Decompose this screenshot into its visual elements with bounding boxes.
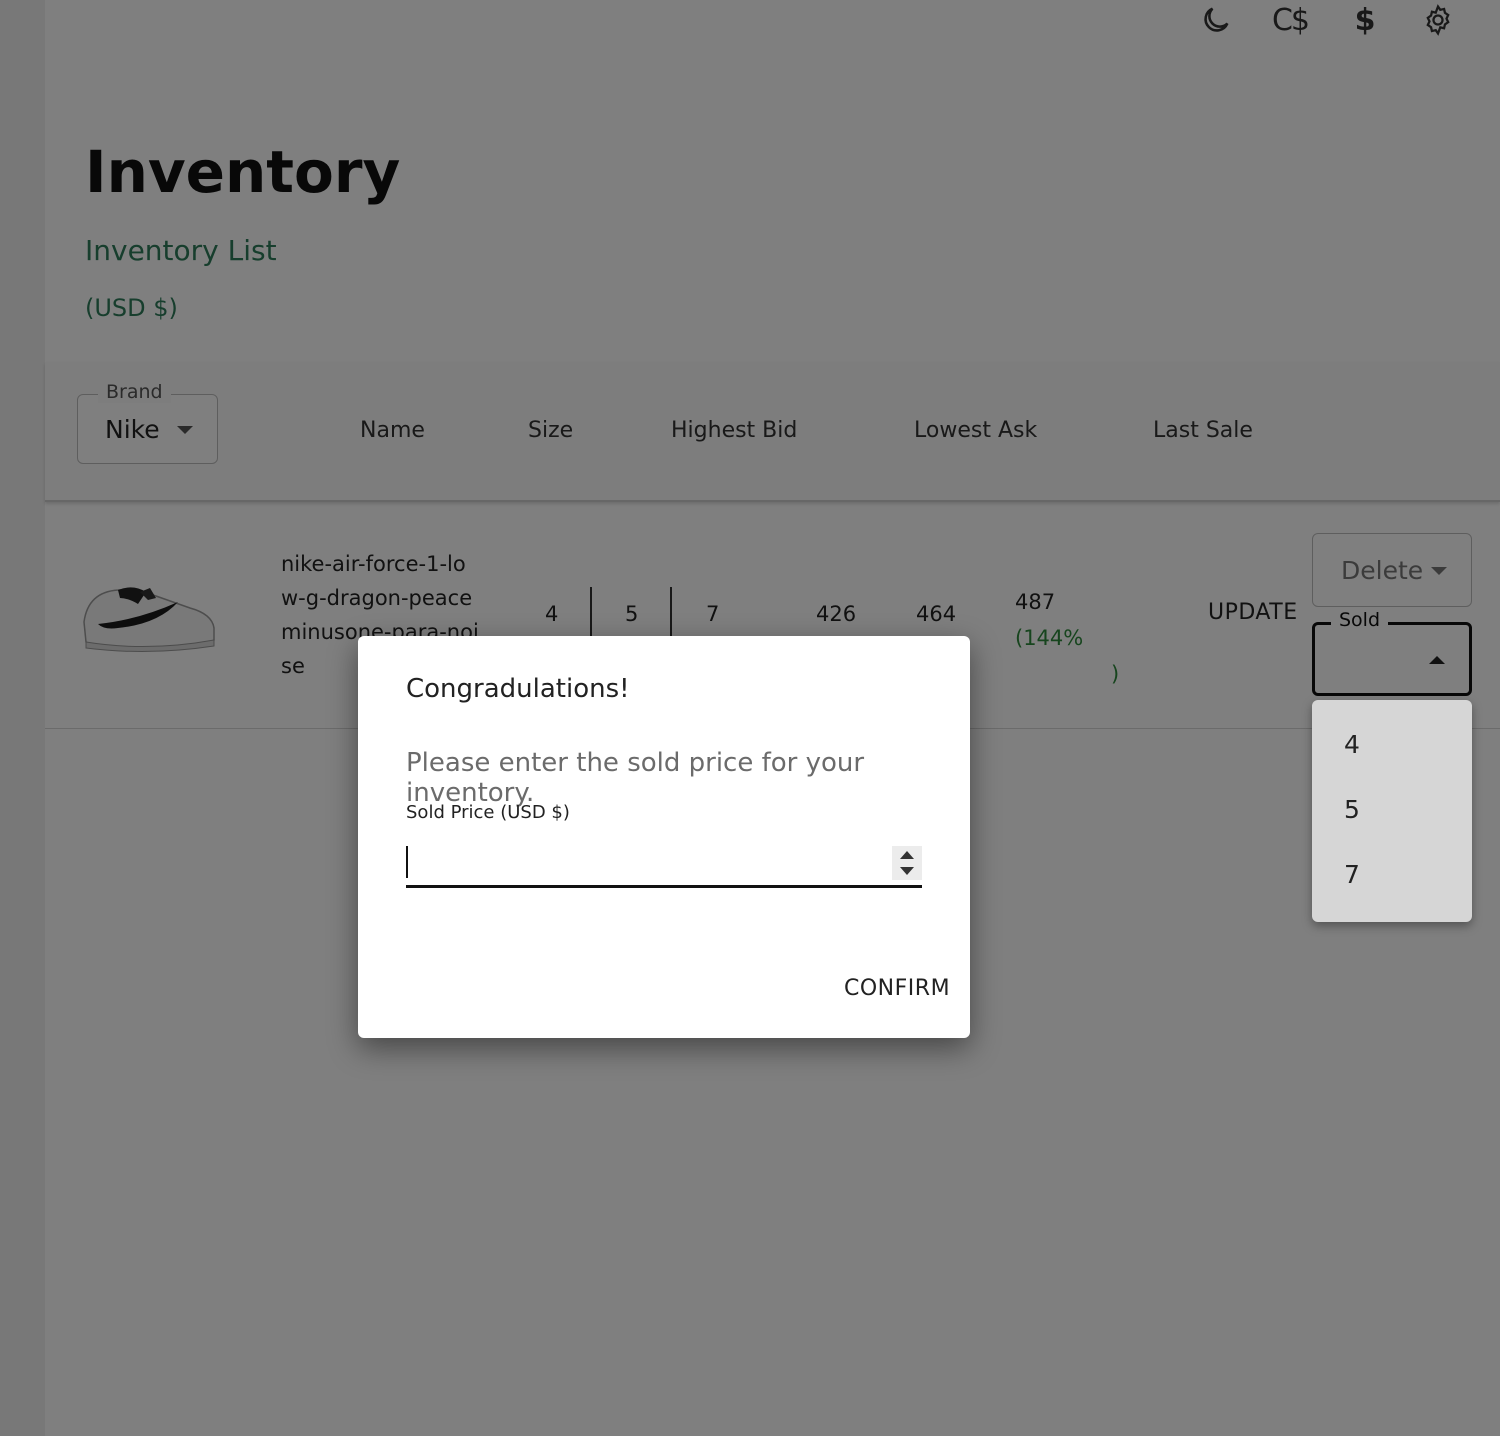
sold-price-dialog: Congradulations! Please enter the sold p… (358, 636, 970, 1038)
confirm-button[interactable]: CONFIRM (844, 976, 950, 1001)
sold-menu-item[interactable]: 4 (1344, 730, 1360, 759)
dialog-title: Congradulations! (406, 674, 630, 704)
sold-dropdown-menu: 4 5 7 (1312, 700, 1472, 922)
sold-menu-item[interactable]: 7 (1344, 860, 1360, 889)
increment-icon[interactable] (900, 851, 914, 859)
sold-menu-item[interactable]: 5 (1344, 795, 1360, 824)
text-cursor (406, 846, 408, 878)
sold-price-label: Sold Price (USD $) (406, 802, 570, 823)
sold-price-input[interactable] (406, 842, 922, 888)
decrement-icon[interactable] (900, 867, 914, 875)
number-spinner[interactable] (892, 846, 922, 880)
dialog-message: Please enter the sold price for your inv… (406, 748, 865, 808)
